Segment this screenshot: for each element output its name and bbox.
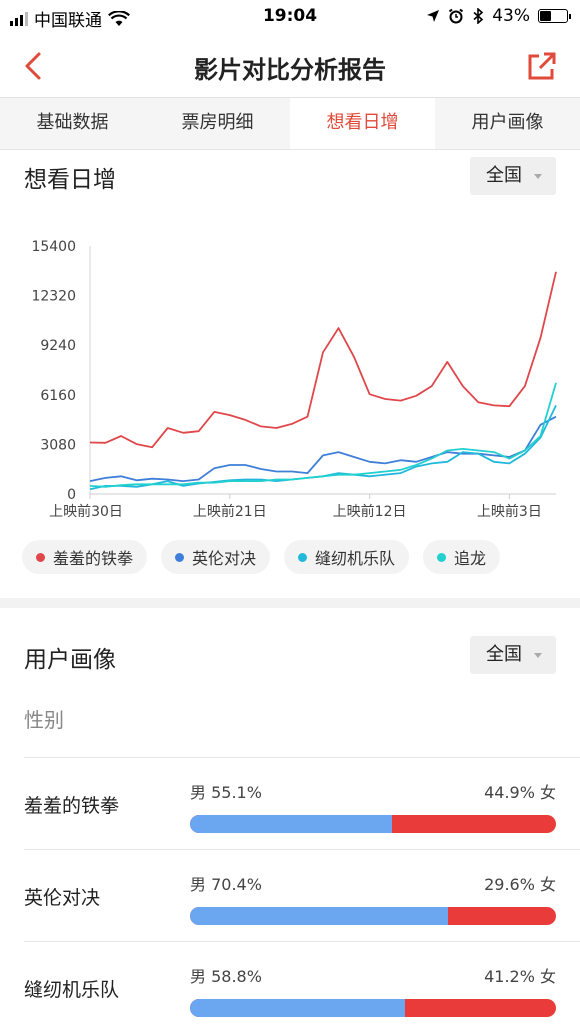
tab-bar: 基础数据 票房明细 想看日增 用户画像 [0, 98, 580, 150]
y-tick-label: 9240 [40, 338, 76, 354]
series-lines [89, 271, 557, 491]
battery-icon [538, 9, 571, 23]
legend-item[interactable]: 英伦对决 [161, 540, 271, 574]
female-percent: 29.6% 女 [484, 875, 556, 894]
movie-name: 英伦对决 [24, 887, 101, 909]
legend-dot [175, 552, 185, 562]
gender-subtitle: 性别 [24, 708, 64, 732]
gender-bar [190, 907, 556, 925]
y-tick-label: 15400 [31, 239, 76, 255]
x-tick-label: 上映前30日 [49, 503, 123, 520]
legend-dot [36, 552, 45, 562]
gender-row: 缝纫机乐队 男 58.8% 41.2% 女 [0, 941, 580, 1031]
page-title: 影片对比分析报告 [194, 56, 386, 84]
male-percent: 男 70.4% [190, 875, 262, 894]
section-divider [0, 598, 580, 608]
region-select[interactable]: 全国 [470, 157, 556, 195]
gender-row: 英伦对决 男 70.4% 29.6% 女 [0, 849, 580, 941]
tab-want-daily[interactable]: 想看日增 [290, 98, 435, 149]
tab-user-profile[interactable]: 用户画像 [435, 98, 580, 149]
series-line-1 [89, 415, 557, 483]
status-bar: 中国联通 19:04 43% [0, 0, 580, 34]
x-tick-label: 上映前12日 [333, 503, 407, 520]
tab-box-office-detail[interactable]: 票房明细 [145, 98, 290, 149]
region-select-value: 全国 [486, 165, 522, 186]
want-section-title: 想看日增 [24, 167, 116, 193]
location-arrow-icon [427, 10, 440, 22]
x-tick-label: 上映前21日 [193, 503, 267, 520]
tab-basic-data[interactable]: 基础数据 [0, 98, 145, 149]
legend-dot [437, 552, 447, 562]
user-section-title: 用户画像 [24, 647, 116, 673]
legend-label: 羞羞的铁拳 [53, 549, 134, 568]
user-region-select-value: 全国 [486, 644, 522, 665]
legend-item[interactable]: 追龙 [423, 540, 501, 574]
legend-dot [298, 552, 308, 562]
y-tick-label: 12320 [31, 289, 76, 305]
y-tick-label: 6160 [40, 388, 76, 404]
male-bar-fill [190, 907, 448, 925]
gender-bar [190, 815, 556, 833]
bluetooth-icon [473, 8, 484, 24]
gender-row: 羞羞的铁拳 男 55.1% 44.9% 女 [0, 757, 580, 849]
user-region-select[interactable]: 全国 [470, 636, 556, 674]
y-tick-label: 3080 [40, 437, 76, 453]
status-right: 43% [426, 6, 571, 26]
nav-bar: 影片对比分析报告 [0, 34, 580, 98]
legend-label: 英伦对决 [192, 549, 257, 568]
battery-percent: 43% [492, 6, 530, 26]
alarm-icon [449, 8, 464, 24]
female-percent: 41.2% 女 [484, 967, 556, 986]
movie-name: 羞羞的铁拳 [24, 795, 120, 817]
y-tick-label: 0 [67, 487, 76, 503]
legend-label: 追龙 [454, 549, 487, 568]
male-percent: 男 58.8% [190, 967, 262, 986]
male-bar-fill [190, 815, 392, 833]
legend-label: 缝纫机乐队 [315, 549, 396, 568]
legend-item[interactable]: 缝纫机乐队 [284, 540, 410, 574]
series-line-0 [89, 271, 557, 449]
caret-down-icon [534, 653, 542, 658]
legend-item[interactable]: 羞羞的铁拳 [22, 540, 148, 574]
want-daily-chart: 15400 12320 9240 6160 3080 0 上映前30日 上映前21日 上映前1… [31, 239, 557, 520]
x-tick-label: 上映前3日 [477, 503, 542, 520]
chart-legend: 羞羞的铁拳 英伦对决 缝纫机乐队 追龙 [22, 540, 501, 574]
caret-down-icon [534, 174, 542, 179]
female-percent: 44.9% 女 [484, 783, 556, 802]
movie-name: 缝纫机乐队 [24, 979, 120, 1001]
series-line-3 [89, 382, 557, 488]
y-axis: 15400 12320 9240 6160 3080 0 [31, 239, 76, 503]
male-bar-fill [190, 999, 406, 1017]
male-percent: 男 55.1% [190, 783, 262, 802]
share-icon[interactable] [526, 50, 558, 82]
gender-bar [190, 999, 556, 1017]
